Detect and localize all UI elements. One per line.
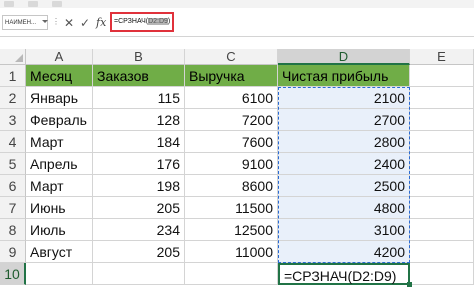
- row-header-3[interactable]: 3: [0, 109, 26, 131]
- cell-a6[interactable]: Март: [26, 175, 93, 197]
- cell-b4[interactable]: 184: [93, 131, 185, 153]
- cell-d6[interactable]: 2500: [278, 175, 410, 197]
- undo-icon[interactable]: [28, 1, 38, 7]
- formula-prefix: =СРЗНАЧ(: [114, 18, 149, 25]
- cell-e10[interactable]: [410, 263, 474, 285]
- cell-c7[interactable]: 11500: [185, 197, 278, 219]
- cell-a1[interactable]: Месяц: [26, 65, 93, 87]
- column-header-d[interactable]: D: [278, 49, 410, 65]
- row-header-10[interactable]: 10: [0, 263, 26, 285]
- quick-access-toolbar: [0, 0, 474, 8]
- select-all-button[interactable]: [0, 49, 26, 65]
- formula-suffix: ): [167, 18, 171, 25]
- formula-range-ref: D2:D9: [148, 18, 168, 25]
- cancel-button[interactable]: ✕: [64, 16, 74, 30]
- cell-e8[interactable]: [410, 219, 474, 241]
- cell-c2[interactable]: 6100: [185, 87, 278, 109]
- row-header-4[interactable]: 4: [0, 131, 26, 153]
- cell-d4[interactable]: 2800: [278, 131, 410, 153]
- more-icon: ⋮: [52, 17, 61, 26]
- cell-a3[interactable]: Февраль: [26, 109, 93, 131]
- fill-handle[interactable]: [407, 282, 412, 287]
- cell-d9[interactable]: 4200: [278, 241, 410, 263]
- column-header-a[interactable]: A: [26, 49, 93, 65]
- cell-d5[interactable]: 2400: [278, 153, 410, 175]
- cell-a7[interactable]: Июнь: [26, 197, 93, 219]
- enter-button[interactable]: ✓: [80, 16, 90, 30]
- cell-c6[interactable]: 8600: [185, 175, 278, 197]
- formula-input[interactable]: =СРЗНАЧ(D2:D9): [110, 12, 174, 32]
- save-icon[interactable]: [4, 1, 14, 7]
- select-all-icon: [15, 54, 23, 62]
- cell-a9[interactable]: Август: [26, 241, 93, 263]
- chevron-down-icon[interactable]: [42, 20, 48, 23]
- cell-b8[interactable]: 234: [93, 219, 185, 241]
- cell-c5[interactable]: 9100: [185, 153, 278, 175]
- cell-b5[interactable]: 176: [93, 153, 185, 175]
- row-header-9[interactable]: 9: [0, 241, 26, 263]
- cell-e1[interactable]: [410, 65, 474, 87]
- cell-e9[interactable]: [410, 241, 474, 263]
- cell-a5[interactable]: Апрель: [26, 153, 93, 175]
- cell-b2[interactable]: 115: [93, 87, 185, 109]
- cell-e2[interactable]: [410, 87, 474, 109]
- row-header-7[interactable]: 7: [0, 197, 26, 219]
- cell-e7[interactable]: [410, 197, 474, 219]
- row-header-5[interactable]: 5: [0, 153, 26, 175]
- cell-d10[interactable]: =СРЗНАЧ(D2:D9): [278, 263, 410, 285]
- cell-d7[interactable]: 4800: [278, 197, 410, 219]
- row-header-8[interactable]: 8: [0, 219, 26, 241]
- cell-c1[interactable]: Выручка: [185, 65, 278, 87]
- column-header-c[interactable]: C: [185, 49, 278, 65]
- insert-function-button[interactable]: fx: [96, 16, 106, 30]
- cell-d8[interactable]: 3100: [278, 219, 410, 241]
- cell-a2[interactable]: Январь: [26, 87, 93, 109]
- cell-a4[interactable]: Март: [26, 131, 93, 153]
- cell-b3[interactable]: 128: [93, 109, 185, 131]
- column-header-b[interactable]: B: [93, 49, 185, 65]
- cell-c4[interactable]: 7600: [185, 131, 278, 153]
- cell-a8[interactable]: Июль: [26, 219, 93, 241]
- cell-e6[interactable]: [410, 175, 474, 197]
- cell-a10[interactable]: [26, 263, 93, 285]
- cell-b10[interactable]: [93, 263, 185, 285]
- cell-c8[interactable]: 12500: [185, 219, 278, 241]
- cell-e5[interactable]: [410, 153, 474, 175]
- cell-e4[interactable]: [410, 131, 474, 153]
- cell-d2[interactable]: 2100: [278, 87, 410, 109]
- formula-bar: НАИМЕН... ⋮ ✕ ✓ fx =СРЗНАЧ(D2:D9): [0, 8, 474, 37]
- cell-b6[interactable]: 198: [93, 175, 185, 197]
- cell-c3[interactable]: 7200: [185, 109, 278, 131]
- cell-d1[interactable]: Чистая прибыль: [278, 65, 410, 87]
- cell-b7[interactable]: 205: [93, 197, 185, 219]
- cell-d3[interactable]: 2700: [278, 109, 410, 131]
- cell-e3[interactable]: [410, 109, 474, 131]
- row-header-1[interactable]: 1: [0, 65, 26, 87]
- cell-c9[interactable]: 11000: [185, 241, 278, 263]
- cell-b9[interactable]: 205: [93, 241, 185, 263]
- cell-b1[interactable]: Заказов: [93, 65, 185, 87]
- column-header-e[interactable]: E: [410, 49, 474, 65]
- redo-icon[interactable]: [52, 1, 62, 7]
- cell-c10[interactable]: [185, 263, 278, 285]
- row-header-6[interactable]: 6: [0, 175, 26, 197]
- row-header-2[interactable]: 2: [0, 87, 26, 109]
